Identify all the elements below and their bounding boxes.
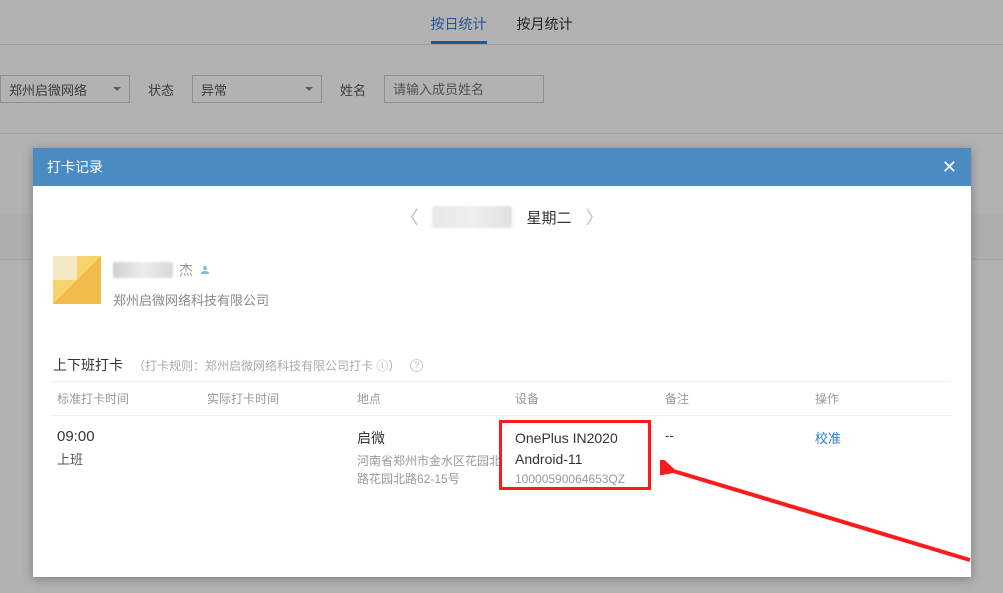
person-icon [199, 264, 211, 276]
note-cell: -- [661, 416, 811, 493]
calibrate-link[interactable]: 校准 [815, 431, 841, 446]
record-table: 标准打卡时间 实际打卡时间 地点 设备 备注 操作 09:00 上班 启微 [53, 382, 951, 492]
act-time [203, 416, 353, 493]
col-dev: 设备 [511, 382, 661, 416]
col-op: 操作 [811, 382, 951, 416]
user-name-suffix: 杰 [179, 260, 193, 280]
col-note: 备注 [661, 382, 811, 416]
user-company: 郑州启微网络科技有限公司 [113, 290, 269, 309]
std-sub: 上班 [57, 449, 199, 468]
modal-title: 打卡记录 [47, 157, 103, 177]
loc-name: 启微 [357, 428, 507, 448]
table-row: 09:00 上班 启微 河南省郑州市金水区花园北路花园北路62-15号 OneP… [53, 416, 951, 493]
user-name-redacted [113, 262, 173, 278]
dev-id: 10000590064653QZ [515, 472, 657, 486]
section-title: 上下班打卡 [53, 355, 123, 375]
col-std: 标准打卡时间 [53, 382, 203, 416]
avatar [53, 256, 101, 304]
dev-os: Android-11 [515, 449, 657, 470]
section-rule-text: （打卡规则：郑州启微网络科技有限公司打卡 ⓘ） [133, 357, 400, 374]
date-navigator: 〈 星期二 〉 [53, 192, 951, 242]
col-act: 实际打卡时间 [203, 382, 353, 416]
std-time: 09:00 [57, 428, 199, 445]
chevron-right-icon[interactable]: 〉 [580, 204, 610, 230]
col-loc: 地点 [353, 382, 511, 416]
modal-header: 打卡记录 ✕ [33, 148, 971, 186]
date-weekday: 星期二 [526, 207, 571, 228]
chevron-left-icon[interactable]: 〈 [394, 204, 424, 230]
dev-model: OnePlus IN2020 [515, 428, 657, 449]
close-icon[interactable]: ✕ [942, 158, 957, 176]
loc-addr: 河南省郑州市金水区花园北路花园北路62-15号 [357, 452, 507, 488]
help-icon[interactable]: ? [410, 359, 423, 372]
modal-clock-record: 打卡记录 ✕ 〈 星期二 〉 杰 郑州启微网络科技有限公司 上下班打卡 （打卡规… [33, 148, 971, 577]
date-value-redacted [432, 206, 512, 228]
